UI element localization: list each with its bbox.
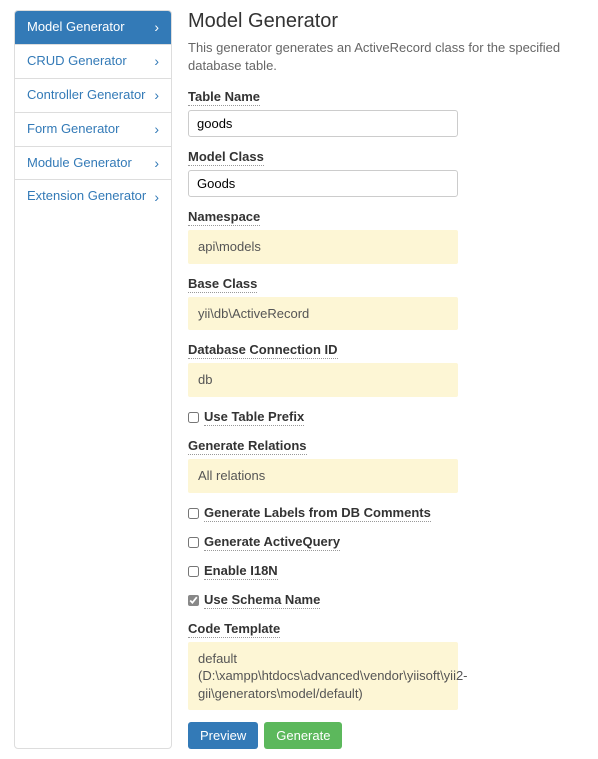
label-code-template: Code Template xyxy=(188,621,280,638)
label-table-name: Table Name xyxy=(188,89,260,106)
main-content: Model Generator This generator generates… xyxy=(172,10,584,749)
chevron-right-icon: › xyxy=(154,156,159,170)
label-use-table-prefix: Use Table Prefix xyxy=(204,409,304,426)
label-db-connection: Database Connection ID xyxy=(188,342,338,359)
sidebar-item-extension-generator[interactable]: Extension Generator › xyxy=(15,180,171,213)
namespace-value[interactable]: api\models xyxy=(188,230,458,264)
sidebar-item-label: Extension Generator xyxy=(27,188,154,205)
sidebar-item-label: Module Generator xyxy=(27,155,154,172)
use-schema-name-checkbox[interactable] xyxy=(188,595,199,606)
label-generate-labels: Generate Labels from DB Comments xyxy=(204,505,431,522)
sidebar-item-module-generator[interactable]: Module Generator › xyxy=(15,147,171,181)
label-generate-activequery: Generate ActiveQuery xyxy=(204,534,340,551)
page-lead: This generator generates an ActiveRecord… xyxy=(188,39,584,75)
chevron-right-icon: › xyxy=(154,20,159,34)
sidebar-item-form-generator[interactable]: Form Generator › xyxy=(15,113,171,147)
sidebar-item-model-generator[interactable]: Model Generator › xyxy=(15,11,171,45)
table-name-input[interactable] xyxy=(188,110,458,137)
sidebar-item-label: Controller Generator xyxy=(27,87,154,104)
generate-relations-value[interactable]: All relations xyxy=(188,459,458,493)
preview-button[interactable]: Preview xyxy=(188,722,258,749)
generate-button[interactable]: Generate xyxy=(264,722,342,749)
enable-i18n-checkbox[interactable] xyxy=(188,566,199,577)
model-class-input[interactable] xyxy=(188,170,458,197)
label-namespace: Namespace xyxy=(188,209,260,226)
sidebar-item-label: Form Generator xyxy=(27,121,154,138)
label-base-class: Base Class xyxy=(188,276,257,293)
sidebar-item-controller-generator[interactable]: Controller Generator › xyxy=(15,79,171,113)
sidebar-item-label: CRUD Generator xyxy=(27,53,154,70)
sidebar-item-crud-generator[interactable]: CRUD Generator › xyxy=(15,45,171,79)
use-table-prefix-checkbox[interactable] xyxy=(188,412,199,423)
label-use-schema-name: Use Schema Name xyxy=(204,592,320,609)
chevron-right-icon: › xyxy=(154,190,159,204)
chevron-right-icon: › xyxy=(154,54,159,68)
chevron-right-icon: › xyxy=(154,122,159,136)
generate-labels-checkbox[interactable] xyxy=(188,508,199,519)
generate-activequery-checkbox[interactable] xyxy=(188,537,199,548)
page-title: Model Generator xyxy=(188,10,584,33)
label-generate-relations: Generate Relations xyxy=(188,438,307,455)
db-connection-value[interactable]: db xyxy=(188,363,458,397)
code-template-value[interactable]: default (D:\xampp\htdocs\advanced\vendor… xyxy=(188,642,458,711)
base-class-value[interactable]: yii\db\ActiveRecord xyxy=(188,297,458,331)
label-model-class: Model Class xyxy=(188,149,264,166)
sidebar-item-label: Model Generator xyxy=(27,19,154,36)
label-enable-i18n: Enable I18N xyxy=(204,563,278,580)
chevron-right-icon: › xyxy=(154,88,159,102)
sidebar-generators: Model Generator › CRUD Generator › Contr… xyxy=(14,10,172,749)
